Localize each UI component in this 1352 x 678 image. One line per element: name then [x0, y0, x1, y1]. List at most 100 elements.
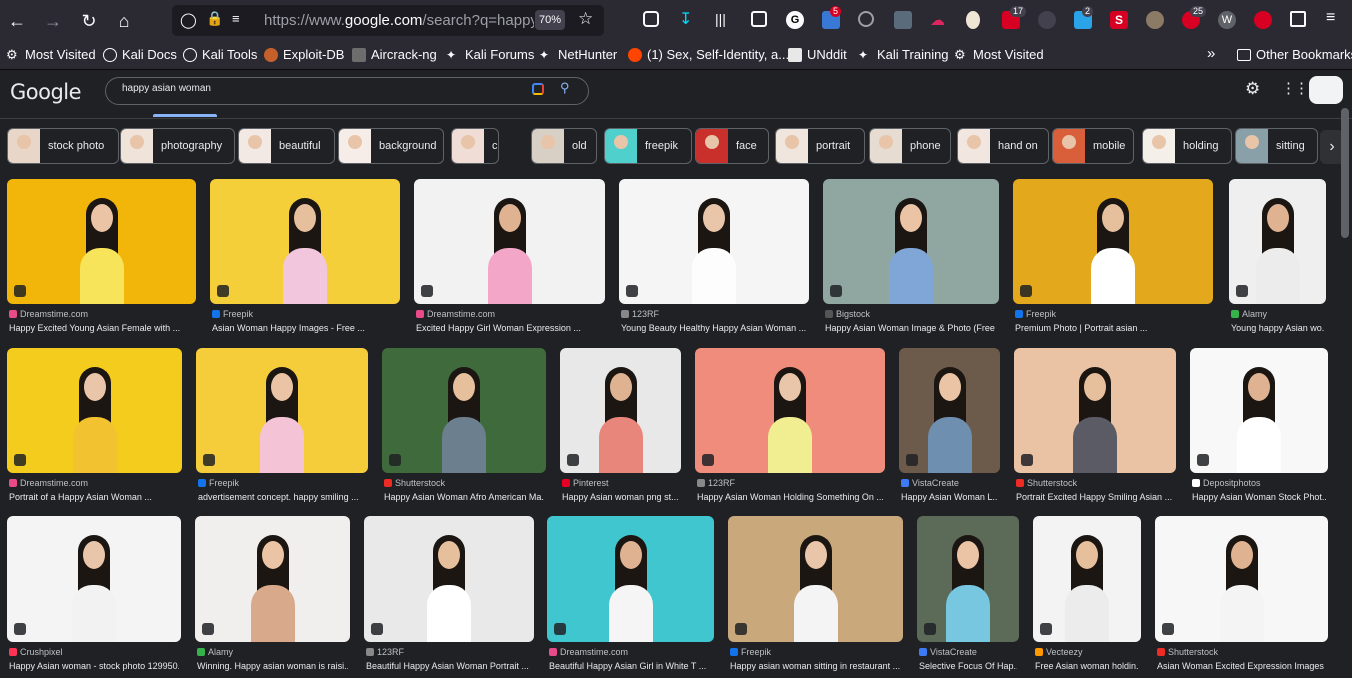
result-caption[interactable]: Happy Asian Woman Holding Something On .… — [697, 492, 883, 502]
permissions-icon[interactable]: ≡ — [232, 11, 240, 26]
result-thumbnail[interactable] — [899, 348, 1000, 473]
result-caption[interactable]: Happy asian woman sitting in restaurant … — [730, 661, 901, 671]
chip-11[interactable]: mobile — [1052, 128, 1134, 164]
result-thumbnail[interactable] — [210, 179, 400, 304]
extension-red-circle-icon[interactable]: 25 — [1182, 6, 1207, 29]
result-source[interactable]: 123RF — [697, 478, 735, 488]
image-result[interactable]: Freepik advertisement concept. happy smil… — [196, 348, 368, 509]
result-caption[interactable]: Happy Asian Woman Image & Photo (Free ..… — [825, 323, 997, 333]
other-bookmarks[interactable]: Other Bookmarks — [1237, 47, 1352, 62]
result-caption[interactable]: Portrait Excited Happy Smiling Asian ... — [1016, 492, 1174, 502]
extension-light-blue-icon[interactable]: 2 — [1074, 6, 1094, 29]
result-thumbnail[interactable] — [695, 348, 885, 473]
image-result[interactable]: Freepik Asian Woman Happy Images - Free .… — [210, 179, 400, 340]
result-source[interactable]: Depositphotos — [1192, 478, 1261, 488]
extension-g-icon[interactable]: G — [786, 11, 804, 29]
avatar[interactable] — [1309, 76, 1343, 104]
chip-10[interactable]: hand on — [957, 128, 1049, 164]
image-result[interactable]: Vecteezy Free Asian woman holdin... — [1033, 516, 1141, 678]
result-thumbnail[interactable] — [728, 516, 903, 642]
search-icon[interactable]: ⚲ — [560, 80, 570, 96]
extension-face-icon[interactable] — [1146, 11, 1164, 29]
result-caption[interactable]: Excited Happy Girl Woman Expression ... — [416, 323, 603, 333]
youtube-icon[interactable] — [1254, 11, 1272, 29]
image-result[interactable]: Alamy Young happy Asian wo... — [1229, 179, 1326, 340]
chip-1[interactable]: photography — [120, 128, 235, 164]
result-source[interactable]: 123RF — [366, 647, 404, 657]
extension-w-icon[interactable]: W — [1218, 11, 1236, 29]
home-icon[interactable]: ⌂ — [111, 8, 137, 34]
image-result[interactable]: Bigstock Happy Asian Woman Image & Photo … — [823, 179, 999, 340]
result-source[interactable]: 123RF — [621, 309, 659, 319]
result-source[interactable]: Bigstock — [825, 309, 870, 319]
result-thumbnail[interactable] — [196, 348, 368, 473]
result-thumbnail[interactable] — [414, 179, 605, 304]
chip-3[interactable]: background — [338, 128, 444, 164]
chip-0[interactable]: stock photo — [7, 128, 119, 164]
result-source[interactable]: Freepik — [1015, 309, 1056, 319]
result-caption[interactable]: Selective Focus Of Hap... — [919, 661, 1017, 671]
library-icon[interactable]: ||| — [715, 11, 733, 29]
pocket-icon[interactable] — [643, 11, 659, 27]
result-source[interactable]: Freepik — [212, 309, 253, 319]
extension-screen-icon[interactable] — [894, 11, 912, 29]
image-result[interactable]: Shutterstock Asian Woman Excited Expressi… — [1155, 516, 1328, 678]
bookmark-item[interactable]: Aircrack-ng — [352, 47, 437, 62]
result-thumbnail[interactable] — [1229, 179, 1326, 304]
extension-egg-icon[interactable] — [966, 11, 980, 29]
image-result[interactable]: VistaCreate Selective Focus Of Hap... — [917, 516, 1019, 678]
result-thumbnail[interactable] — [917, 516, 1019, 642]
image-result[interactable]: 123RF Happy Asian Woman Holding Something… — [695, 348, 885, 509]
search-input[interactable] — [120, 82, 504, 95]
result-source[interactable]: Dreamstime.com — [9, 478, 88, 488]
result-source[interactable]: Freepik — [198, 478, 239, 488]
image-result[interactable]: 123RF Beautiful Happy Asian Woman Portrai… — [364, 516, 534, 678]
result-source[interactable]: Crushpixel — [9, 647, 63, 657]
forward-icon[interactable]: → — [40, 8, 66, 34]
result-source[interactable]: Alamy — [197, 647, 233, 657]
result-caption[interactable]: Happy Excited Young Asian Female with ..… — [9, 323, 194, 333]
image-result[interactable]: Depositphotos Happy Asian Woman Stock Pho… — [1190, 348, 1328, 509]
result-caption[interactable]: Premium Photo | Portrait asian ... — [1015, 323, 1211, 333]
lock-icon[interactable]: 🔒 — [206, 10, 223, 27]
result-caption[interactable]: Young happy Asian wo... — [1231, 323, 1324, 333]
image-result[interactable]: Dreamstime.com Portrait of a Happy Asian … — [7, 348, 182, 509]
result-thumbnail[interactable] — [382, 348, 546, 473]
bookmark-star-icon[interactable]: ☆ — [578, 9, 593, 29]
camera-lens-icon[interactable] — [532, 83, 544, 95]
result-thumbnail[interactable] — [1155, 516, 1328, 642]
result-thumbnail[interactable] — [1033, 516, 1141, 642]
bookmark-item[interactable]: ⚙ Most Visited — [954, 47, 1044, 62]
result-caption[interactable]: Happy Asian woman - stock photo 129950..… — [9, 661, 179, 671]
result-caption[interactable]: Happy Asian Woman L... — [901, 492, 998, 502]
reload-icon[interactable]: ↻ — [76, 8, 102, 34]
result-thumbnail[interactable] — [547, 516, 714, 642]
chip-5[interactable]: old — [531, 128, 597, 164]
result-thumbnail[interactable] — [823, 179, 999, 304]
image-result[interactable]: Freepik Happy asian woman sitting in rest… — [728, 516, 903, 678]
bookmark-item[interactable]: UNddit — [788, 47, 847, 62]
result-thumbnail[interactable] — [560, 348, 681, 473]
result-source[interactable]: Dreamstime.com — [549, 647, 628, 657]
result-source[interactable]: VistaCreate — [901, 478, 959, 488]
image-result[interactable]: 123RF Young Beauty Healthy Happy Asian Wo… — [619, 179, 809, 340]
sidebar-icon[interactable] — [751, 11, 767, 27]
downloads-icon[interactable]: ↧ — [679, 9, 697, 28]
zoom-indicator[interactable]: 70% — [535, 10, 565, 30]
more-bookmarks-icon[interactable]: » — [1207, 45, 1215, 62]
extension-blue-icon[interactable]: 5 — [822, 6, 842, 29]
result-source[interactable]: Dreamstime.com — [416, 309, 495, 319]
result-source[interactable]: VistaCreate — [919, 647, 977, 657]
result-caption[interactable]: Beautiful Happy Asian Woman Portrait ... — [366, 661, 532, 671]
bookmark-item[interactable]: (1) Sex, Self-Identity, a... — [628, 47, 789, 62]
result-source[interactable]: Dreamstime.com — [9, 309, 88, 319]
result-source[interactable]: Vecteezy — [1035, 647, 1083, 657]
shield-icon[interactable]: ◯ — [180, 11, 197, 29]
extension-cloud-icon[interactable]: ☁ — [930, 11, 948, 29]
result-caption[interactable]: Beautiful Happy Asian Girl in White T ..… — [549, 661, 712, 671]
menu-icon[interactable]: ≡ — [1326, 9, 1344, 27]
search-box[interactable]: ⚲ — [105, 77, 589, 105]
bookmark-item[interactable]: Exploit-DB — [264, 47, 344, 62]
scrollbar[interactable] — [1341, 108, 1349, 238]
result-source[interactable]: Alamy — [1231, 309, 1267, 319]
